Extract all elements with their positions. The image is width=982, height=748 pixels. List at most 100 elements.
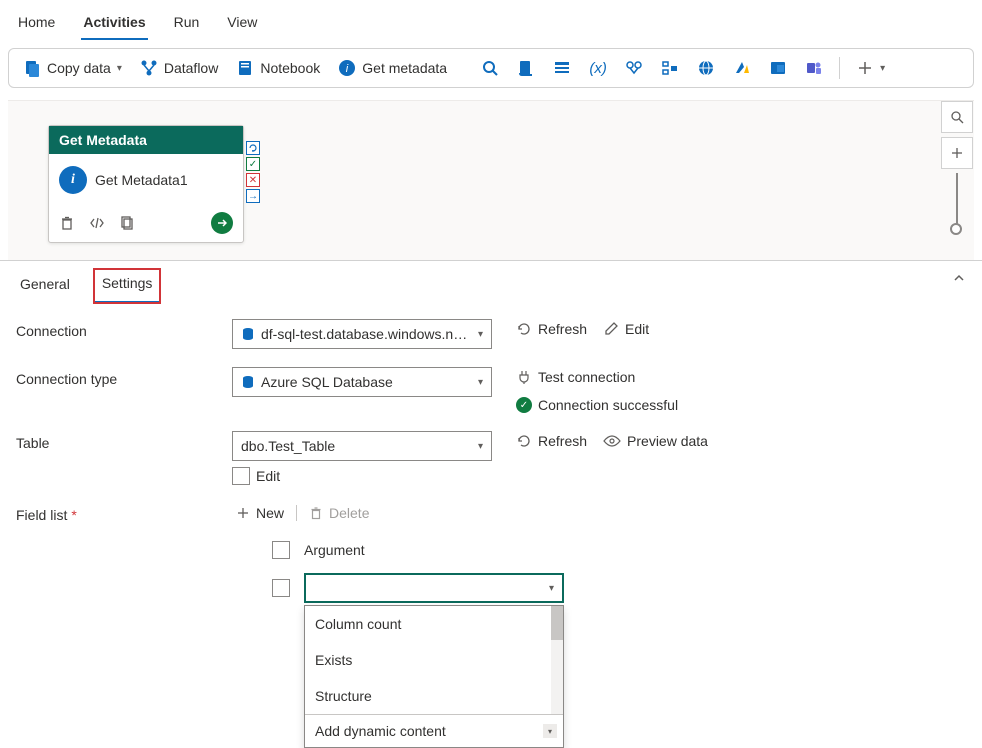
argument-column-header: Argument	[304, 542, 365, 558]
dropdown-option-column-count[interactable]: Column count	[305, 606, 563, 642]
properties-panel: General Settings Connection df-sql-test.…	[0, 260, 982, 625]
search-tool-button[interactable]	[475, 55, 505, 81]
activities-toolbar: Copy data ▾ Dataflow Notebook i Get meta…	[8, 48, 974, 88]
script-icon	[517, 59, 535, 77]
get-metadata-label: Get metadata	[362, 60, 447, 76]
database-icon	[241, 375, 255, 389]
select-all-checkbox[interactable]	[272, 541, 290, 559]
port-completion-icon[interactable]	[246, 141, 260, 155]
edit-table-checkbox[interactable]	[232, 467, 250, 485]
edit-checkbox-label: Edit	[256, 468, 280, 484]
new-field-button[interactable]: New	[232, 503, 288, 523]
zoom-slider[interactable]	[956, 173, 958, 233]
activity-node-get-metadata[interactable]: Get Metadata i Get Metadata1	[48, 125, 244, 243]
port-skip-icon[interactable]: →	[246, 189, 260, 203]
refresh-label: Refresh	[538, 321, 587, 337]
edit-connection-button[interactable]: Edit	[603, 321, 649, 337]
dataflow-button[interactable]: Dataflow	[134, 55, 224, 81]
refresh-table-button[interactable]: Refresh	[516, 433, 587, 449]
chevron-down-icon: ▾	[880, 63, 885, 74]
code-icon[interactable]	[89, 215, 105, 231]
table-select[interactable]: dbo.Test_Table ▾	[232, 431, 492, 461]
trash-icon[interactable]	[59, 215, 75, 231]
port-failure-icon[interactable]: ✕	[246, 173, 260, 187]
azure-icon	[733, 59, 751, 77]
tab-general[interactable]: General	[16, 270, 74, 302]
delete-field-button[interactable]: Delete	[305, 503, 373, 523]
plus-icon	[856, 59, 874, 77]
azure-tool-button[interactable]	[727, 55, 757, 81]
preview-data-button[interactable]: Preview data	[603, 433, 708, 449]
pipeline-canvas[interactable]: Get Metadata i Get Metadata1 ✓ ✕ →	[8, 100, 974, 260]
run-activity-button[interactable]	[211, 212, 233, 234]
dataflow-icon	[140, 59, 158, 77]
refresh-connection-button[interactable]: Refresh	[516, 321, 587, 337]
database-icon	[241, 327, 255, 341]
zoom-in-button[interactable]	[941, 137, 973, 169]
plug-icon	[516, 369, 532, 385]
foreach-icon	[661, 59, 679, 77]
get-metadata-button[interactable]: i Get metadata	[332, 55, 453, 81]
table-tool-button[interactable]	[547, 55, 577, 81]
script-tool-button[interactable]	[511, 55, 541, 81]
notebook-icon	[236, 59, 254, 77]
add-dynamic-content-button[interactable]: Add dynamic content ▾	[305, 714, 563, 747]
foreach-tool-button[interactable]	[655, 55, 685, 81]
row-checkbox[interactable]	[272, 579, 290, 597]
edit-label: Edit	[625, 321, 649, 337]
delete-label: Delete	[329, 505, 369, 521]
teams-icon	[805, 59, 823, 77]
test-connection-label: Test connection	[538, 369, 635, 385]
activity-output-ports: ✓ ✕ →	[246, 141, 260, 203]
web-tool-button[interactable]	[691, 55, 721, 81]
connection-type-value: Azure SQL Database	[261, 374, 393, 390]
dropdown-scrollbar[interactable]	[551, 606, 563, 714]
connection-type-label: Connection type	[16, 367, 232, 387]
connection-success-label: Connection successful	[538, 397, 678, 413]
zoom-slider-handle[interactable]	[950, 223, 962, 235]
connection-select[interactable]: df-sql-test.database.windows.net;tes… ▾	[232, 319, 492, 349]
add-activity-button[interactable]: ▾	[850, 55, 891, 81]
lookup-icon	[625, 59, 643, 77]
argument-combobox[interactable]: ▾	[304, 573, 564, 603]
trash-icon	[309, 506, 323, 520]
toolbar-separator	[839, 57, 840, 79]
info-icon: i	[338, 59, 356, 77]
copy-icon[interactable]	[119, 215, 135, 231]
dataflow-label: Dataflow	[164, 60, 218, 76]
pencil-icon	[603, 321, 619, 337]
copy-data-button[interactable]: Copy data ▾	[17, 55, 128, 81]
teams-tool-button[interactable]	[799, 55, 829, 81]
menu-activities[interactable]: Activities	[81, 10, 147, 40]
port-success-icon[interactable]: ✓	[246, 157, 260, 171]
notebook-label: Notebook	[260, 60, 320, 76]
globe-icon	[697, 59, 715, 77]
menu-home[interactable]: Home	[16, 10, 57, 40]
outlook-tool-button[interactable]	[763, 55, 793, 81]
preview-data-label: Preview data	[627, 433, 708, 449]
test-connection-button[interactable]: Test connection	[516, 369, 635, 385]
check-circle-icon: ✓	[516, 397, 532, 413]
argument-dropdown: Column count Exists Structure Add dynami…	[304, 605, 564, 748]
chevron-down-icon: ▾	[543, 724, 557, 738]
menu-view[interactable]: View	[225, 10, 259, 40]
dropdown-option-exists[interactable]: Exists	[305, 642, 563, 678]
collapse-panel-button[interactable]	[952, 271, 966, 285]
plus-icon	[236, 506, 250, 520]
chevron-down-icon: ▾	[117, 63, 122, 74]
tab-settings[interactable]: Settings	[94, 269, 161, 303]
new-label: New	[256, 505, 284, 521]
chevron-down-icon: ▾	[478, 329, 483, 340]
chevron-down-icon: ▾	[549, 583, 554, 594]
connection-label: Connection	[16, 319, 232, 339]
connection-type-select[interactable]: Azure SQL Database ▾	[232, 367, 492, 397]
dropdown-option-structure[interactable]: Structure	[305, 678, 563, 714]
lookup-tool-button[interactable]	[619, 55, 649, 81]
refresh-icon	[516, 433, 532, 449]
table-icon	[553, 59, 571, 77]
canvas-search-button[interactable]	[941, 101, 973, 133]
activity-node-label: Get Metadata1	[95, 172, 188, 188]
menu-run[interactable]: Run	[172, 10, 202, 40]
notebook-button[interactable]: Notebook	[230, 55, 326, 81]
variable-tool-button[interactable]: (x)	[583, 55, 613, 81]
